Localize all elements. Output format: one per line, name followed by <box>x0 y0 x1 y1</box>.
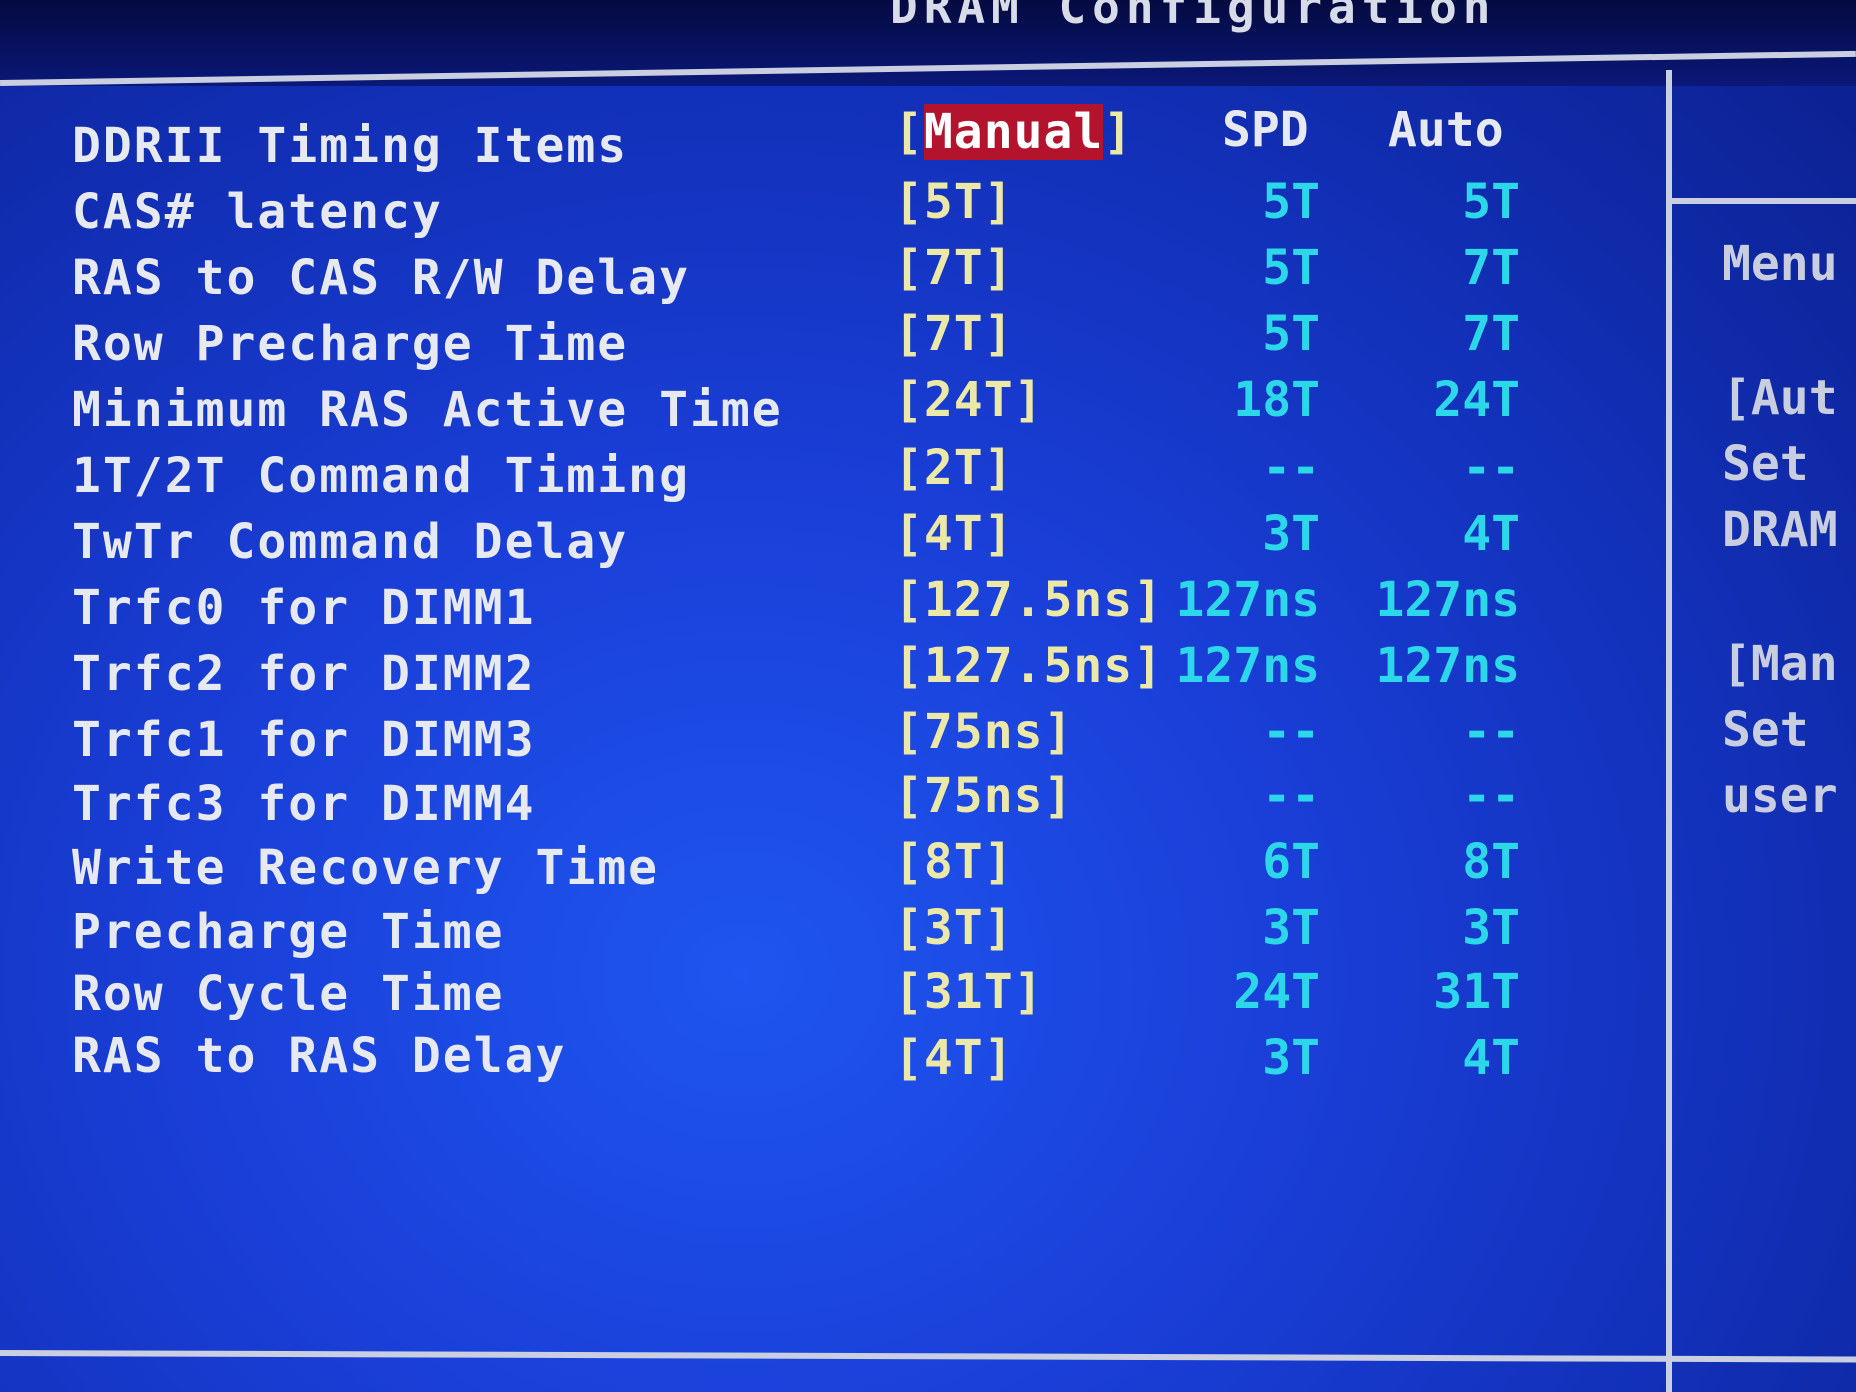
setting-label: Trfc0 for DIMM1 <box>72 580 536 636</box>
setting-value[interactable]: [2T] <box>894 440 1014 496</box>
auto-value: 3T <box>1462 900 1520 956</box>
spd-value: 6T <box>1262 834 1320 890</box>
setting-label: RAS to CAS R/W Delay <box>72 250 690 306</box>
setting-value[interactable]: [7T] <box>894 306 1014 362</box>
help-panel-divider <box>1666 70 1672 1392</box>
setting-label: Trfc2 for DIMM2 <box>72 646 536 702</box>
setting-value[interactable]: [75ns] <box>894 704 1073 760</box>
setting-label: Row Precharge Time <box>72 316 629 372</box>
screen-title: DRAM Configuration <box>890 0 1497 34</box>
spd-value: 3T <box>1262 1030 1320 1086</box>
setting-label: CAS# latency <box>72 184 443 240</box>
spd-column-header: SPD <box>1222 102 1309 158</box>
help-panel-top-border <box>1672 198 1856 204</box>
setting-value[interactable]: [4T] <box>894 506 1014 562</box>
timing-mode-select[interactable]: [Manual] <box>894 104 1133 160</box>
setting-value[interactable]: [31T] <box>894 964 1044 1020</box>
help-text-line: Menu <box>1722 236 1838 292</box>
setting-label: DDRII Timing Items <box>72 118 629 174</box>
setting-label: Row Cycle Time <box>72 966 505 1022</box>
spd-value: 127ns <box>1175 638 1321 694</box>
setting-value[interactable]: [4T] <box>894 1030 1014 1086</box>
setting-value[interactable]: [127.5ns] <box>894 638 1163 694</box>
auto-value: 7T <box>1462 240 1520 296</box>
setting-label: 1T/2T Command Timing <box>72 448 690 504</box>
setting-label: Minimum RAS Active Time <box>72 382 783 438</box>
auto-value: 8T <box>1462 834 1520 890</box>
spd-value: 18T <box>1233 372 1320 428</box>
spd-value: 3T <box>1262 506 1320 562</box>
auto-value: 7T <box>1462 306 1520 362</box>
setting-value[interactable]: [75ns] <box>894 768 1073 824</box>
help-text-line: Set <box>1722 436 1809 492</box>
setting-label: RAS to RAS Delay <box>72 1028 567 1084</box>
setting-value[interactable]: [5T] <box>894 174 1014 230</box>
setting-label: Trfc3 for DIMM4 <box>72 776 536 832</box>
setting-value[interactable]: [24T] <box>894 372 1044 428</box>
setting-label: Write Recovery Time <box>72 840 660 896</box>
setting-label: TwTr Command Delay <box>72 514 629 570</box>
auto-value: 127ns <box>1375 638 1521 694</box>
auto-value: 31T <box>1433 964 1520 1020</box>
setting-label: Trfc1 for DIMM3 <box>72 712 536 768</box>
setting-value[interactable]: [127.5ns] <box>894 572 1163 628</box>
auto-value: -- <box>1462 440 1520 496</box>
help-text-line: DRAM <box>1722 502 1838 558</box>
setting-value[interactable]: [7T] <box>894 240 1014 296</box>
spd-value: 5T <box>1262 306 1320 362</box>
auto-value: 24T <box>1433 372 1520 428</box>
setting-value[interactable]: [8T] <box>894 834 1014 890</box>
help-text-line: [Man <box>1722 636 1838 692</box>
spd-value: -- <box>1262 440 1320 496</box>
auto-value: 127ns <box>1375 572 1521 628</box>
auto-value: -- <box>1462 768 1520 824</box>
setting-label: Precharge Time <box>72 904 505 960</box>
help-text-line: Set <box>1722 702 1809 758</box>
bracket-open: [ <box>894 104 924 160</box>
auto-column-header: Auto <box>1388 102 1504 158</box>
spd-value: 5T <box>1262 174 1320 230</box>
spd-value: 3T <box>1262 900 1320 956</box>
bracket-close: ] <box>1103 104 1134 160</box>
spd-value: 24T <box>1233 964 1320 1020</box>
auto-value: 4T <box>1462 506 1520 562</box>
spd-value: 127ns <box>1175 572 1321 628</box>
help-text-line: user <box>1722 768 1838 824</box>
setting-value[interactable]: [3T] <box>894 900 1014 956</box>
auto-value: 4T <box>1462 1030 1520 1086</box>
auto-value: 5T <box>1462 174 1520 230</box>
spd-value: 5T <box>1262 240 1320 296</box>
spd-value: -- <box>1262 704 1320 760</box>
bottom-border <box>0 1350 1856 1363</box>
selected-option[interactable]: Manual <box>923 104 1104 160</box>
auto-value: -- <box>1462 704 1520 760</box>
bios-screen: DRAM Configuration SPD Auto DDRII Timing… <box>0 0 1856 1392</box>
spd-value: -- <box>1262 768 1320 824</box>
help-text-line: [Aut <box>1722 370 1838 426</box>
